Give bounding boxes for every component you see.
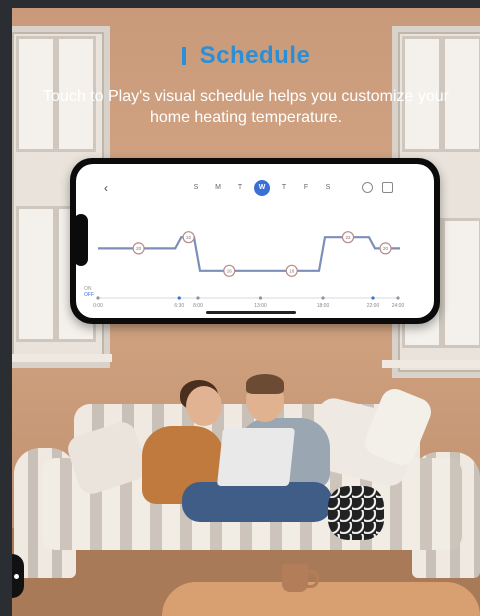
page-subtitle: Touch to Play's visual schedule helps yo… [43,88,449,126]
legend-off: OFF [84,292,94,298]
x-tick-mark [177,296,181,300]
vertical-bar-icon [181,47,186,65]
home-indicator [206,311,296,314]
schedule-chart[interactable]: 20 22 16 16 22 20 0:00 6:30 8:00 13:00 18:00 22:00 2… [76,164,434,318]
x-tick-mark [321,296,325,300]
x-tick-mark [258,296,263,300]
window-sill [12,354,112,362]
schedule-point-label: 22 [186,235,192,240]
woman-head [186,386,222,426]
title-text: Schedule [199,42,311,69]
schedule-point-label: 16 [289,269,295,274]
socks [328,486,384,540]
schedule-series-line [98,236,400,272]
phone-notch [74,214,88,266]
hero-background: Schedule Touch to Play's visual schedule… [12,8,480,616]
x-tick-mark [371,296,375,300]
x-tick-mark [396,296,400,300]
x-tick-mark [96,296,100,300]
schedule-point-label: 16 [227,269,233,274]
x-tick-label: 24:00 [392,303,405,309]
x-tick-label: 18:00 [317,303,330,309]
page-title: Schedule [12,42,480,70]
x-tick-label: 0:00 [93,303,103,309]
x-tick-label: 8:00 [193,303,203,309]
mug [282,564,308,592]
schedule-point-label: 22 [345,235,351,240]
window-pane [16,206,56,342]
phone-screen: ‹ S M T W T F S 20 22 16 16 22 20 0:00 6:30 8:00… [76,164,434,318]
x-tick-label: 6:30 [174,303,184,309]
x-tick-label: 22:00 [367,303,380,309]
schedule-point-label: 20 [136,246,142,251]
schedule-point-label: 20 [383,246,389,251]
phone-mockup: ‹ S M T W T F S 20 22 16 16 22 20 0:00 6:30 8:00… [70,158,440,324]
jeans [182,482,332,522]
dot-icon [14,574,19,579]
man-hair [246,374,284,394]
x-tick-mark [196,296,200,300]
x-tick-label: 13:00 [254,303,267,309]
laptop [216,428,296,486]
window-pane [442,218,480,348]
window-sill [382,360,480,368]
coffee-table [162,582,480,616]
